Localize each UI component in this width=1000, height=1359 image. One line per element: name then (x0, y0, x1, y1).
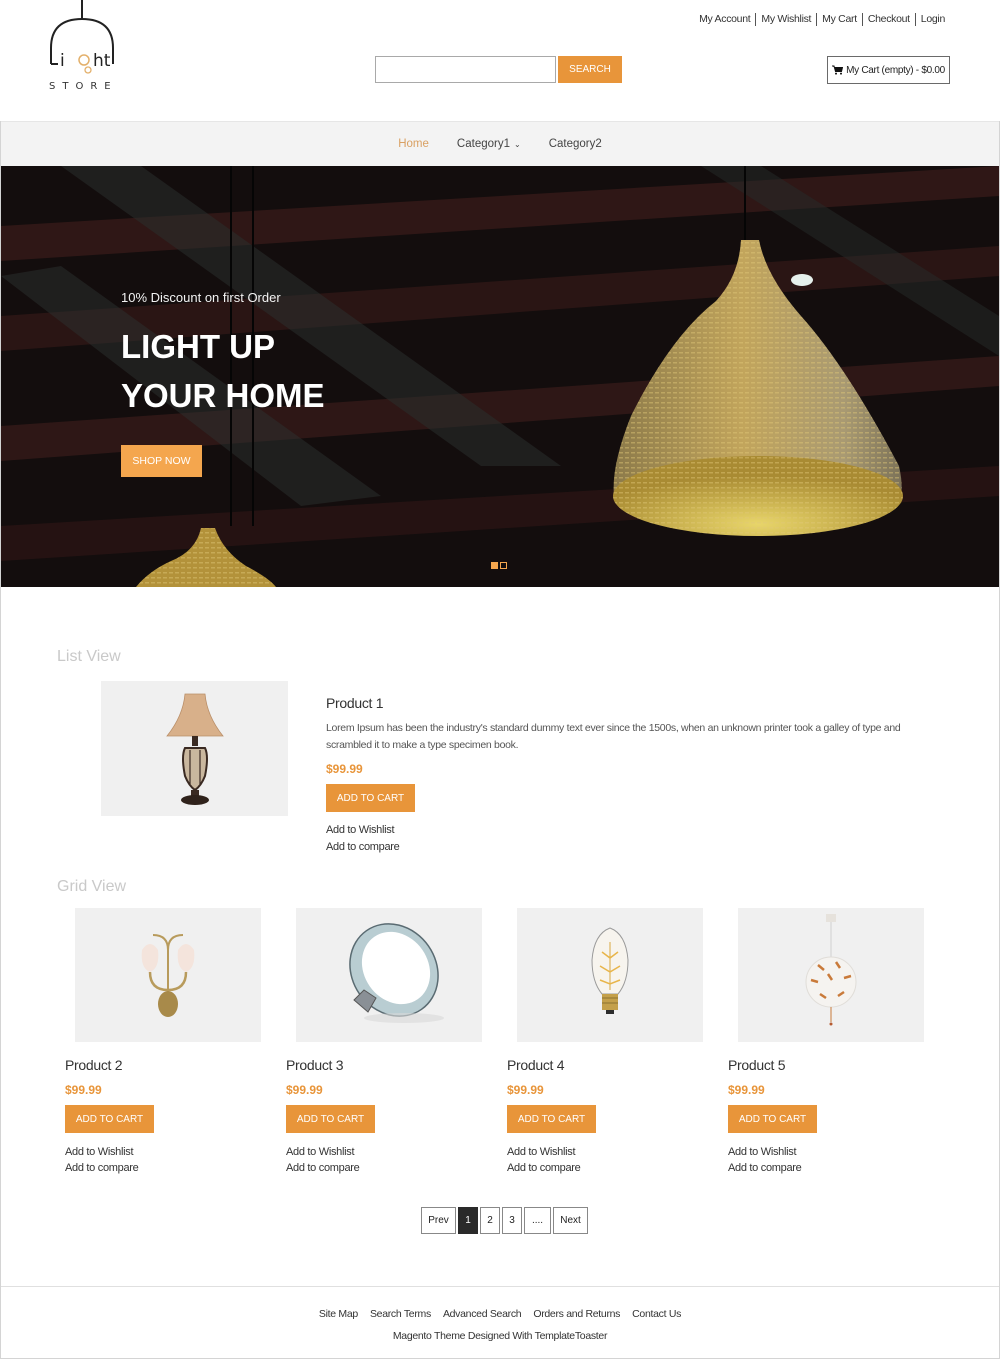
top-link-my-account[interactable]: My Account (694, 13, 755, 26)
edison-bulb-icon (591, 927, 629, 1014)
led-panel-icon (349, 923, 444, 1023)
svg-text:i: i (60, 51, 66, 71)
footer: Site Map Search Terms Advanced Search Or… (1, 1286, 999, 1358)
pagination-ellipsis[interactable]: .... (524, 1207, 551, 1234)
top-link-my-cart[interactable]: My Cart (816, 13, 862, 26)
header: i ht STORE My Account My Wishlist My Car… (0, 0, 1000, 121)
grid-view-title: Grid View (57, 878, 127, 895)
hero-slider: 10% Discount on first Order LIGHT UP YOU… (1, 166, 999, 587)
add-to-cart-button[interactable]: ADD TO CART (286, 1105, 375, 1133)
logo[interactable]: i ht STORE (46, 0, 126, 100)
slider-dots (491, 562, 507, 569)
add-to-compare-link[interactable]: Add to compare (65, 1162, 139, 1174)
list-view-title: List View (57, 648, 121, 665)
footer-link-site-map[interactable]: Site Map (319, 1308, 358, 1320)
product-price: $99.99 (728, 1083, 765, 1097)
product-price: $99.99 (507, 1083, 544, 1097)
nav-item-label: Category1 (456, 138, 510, 150)
footer-links: Site Map Search Terms Advanced Search Or… (1, 1308, 999, 1320)
footer-credit: Magento Theme Designed With TemplateToas… (392, 1330, 608, 1342)
cart-icon (832, 65, 844, 75)
product-name[interactable]: Product 2 (65, 1057, 123, 1073)
pagination-next[interactable]: Next (553, 1207, 588, 1234)
add-to-compare-link[interactable]: Add to compare (286, 1162, 360, 1174)
svg-text:STORE: STORE (49, 81, 118, 92)
nav-item-category1[interactable]: Category1 ⌄ (457, 138, 521, 150)
top-link-login[interactable]: Login (914, 13, 950, 26)
product-name[interactable]: Product 3 (286, 1057, 344, 1073)
product-price: $99.99 (326, 762, 363, 776)
add-to-compare-link[interactable]: Add to compare (728, 1162, 802, 1174)
pendant-globe-icon (805, 914, 857, 1026)
table-lamp-icon (165, 693, 224, 805)
add-to-wishlist-link[interactable]: Add to Wishlist (286, 1146, 355, 1158)
slider-dot-1[interactable] (491, 562, 498, 569)
product-name[interactable]: Product 5 (728, 1057, 786, 1073)
search-bar: SEARCH (375, 56, 622, 83)
product-name[interactable]: Product 1 (326, 695, 384, 711)
logo-lamp-icon: i ht STORE (49, 0, 118, 92)
mini-cart-button[interactable]: My Cart (empty) - $0.00 (827, 56, 950, 84)
slider-dot-2[interactable] (500, 562, 507, 569)
product-price: $99.99 (286, 1083, 323, 1097)
nav-item-label: Home (398, 138, 429, 150)
wall-sconce-icon (141, 934, 195, 1017)
nav-item-home[interactable]: Home (398, 138, 429, 150)
product-image-wall-sconce[interactable] (75, 908, 261, 1042)
add-to-compare-link[interactable]: Add to compare (326, 841, 400, 853)
nav-item-category2[interactable]: Category2 (549, 138, 602, 150)
pagination-page-2[interactable]: 2 (480, 1207, 500, 1234)
top-links: My Account My Wishlist My Cart Checkout … (694, 13, 950, 26)
hero-title: LIGHT UP YOUR HOME (121, 322, 325, 420)
add-to-cart-button[interactable]: ADD TO CART (326, 784, 415, 812)
top-link-checkout[interactable]: Checkout (861, 13, 915, 26)
hero-title-line: LIGHT UP (121, 328, 275, 365)
add-to-cart-button[interactable]: ADD TO CART (728, 1105, 817, 1133)
add-to-wishlist-link[interactable]: Add to Wishlist (728, 1146, 797, 1158)
nav-item-label: Category2 (548, 138, 602, 150)
top-link-my-wishlist[interactable]: My Wishlist (755, 13, 816, 26)
svg-text:ht: ht (93, 51, 111, 71)
product-name[interactable]: Product 4 (507, 1057, 565, 1073)
product-price: $99.99 (65, 1083, 102, 1097)
add-to-wishlist-link[interactable]: Add to Wishlist (326, 824, 395, 836)
pagination: Prev 1 2 3 .... Next (421, 1207, 588, 1234)
add-to-compare-link[interactable]: Add to compare (507, 1162, 581, 1174)
shop-now-button[interactable]: SHOP NOW (121, 445, 202, 477)
pagination-page-1[interactable]: 1 (458, 1207, 478, 1234)
add-to-wishlist-link[interactable]: Add to Wishlist (65, 1146, 134, 1158)
product-image-table-lamp[interactable] (101, 681, 288, 816)
search-input[interactable] (375, 56, 556, 83)
footer-link-orders-returns[interactable]: Orders and Returns (533, 1308, 620, 1320)
main-nav: Home Category1 ⌄ Category2 (1, 121, 999, 166)
footer-link-advanced-search[interactable]: Advanced Search (443, 1308, 522, 1320)
product-image-led-panel[interactable] (296, 908, 482, 1042)
product-image-pendant-globe[interactable] (738, 908, 924, 1042)
footer-link-search-terms[interactable]: Search Terms (370, 1308, 431, 1320)
footer-link-contact-us[interactable]: Contact Us (632, 1308, 681, 1320)
add-to-cart-button[interactable]: ADD TO CART (507, 1105, 596, 1133)
product-image-edison-bulb[interactable] (517, 908, 703, 1042)
hero-subtitle: 10% Discount on first Order (121, 290, 281, 305)
pagination-page-3[interactable]: 3 (502, 1207, 522, 1234)
mini-cart-label: My Cart (empty) - $0.00 (846, 64, 945, 76)
add-to-cart-button[interactable]: ADD TO CART (65, 1105, 154, 1133)
pagination-prev[interactable]: Prev (421, 1207, 456, 1234)
product-description: Lorem Ipsum has been the industry's stan… (326, 722, 901, 751)
search-button[interactable]: SEARCH (558, 56, 622, 83)
chevron-down-icon: ⌄ (513, 139, 521, 149)
hero-title-line: YOUR HOME (121, 377, 325, 414)
add-to-wishlist-link[interactable]: Add to Wishlist (507, 1146, 576, 1158)
